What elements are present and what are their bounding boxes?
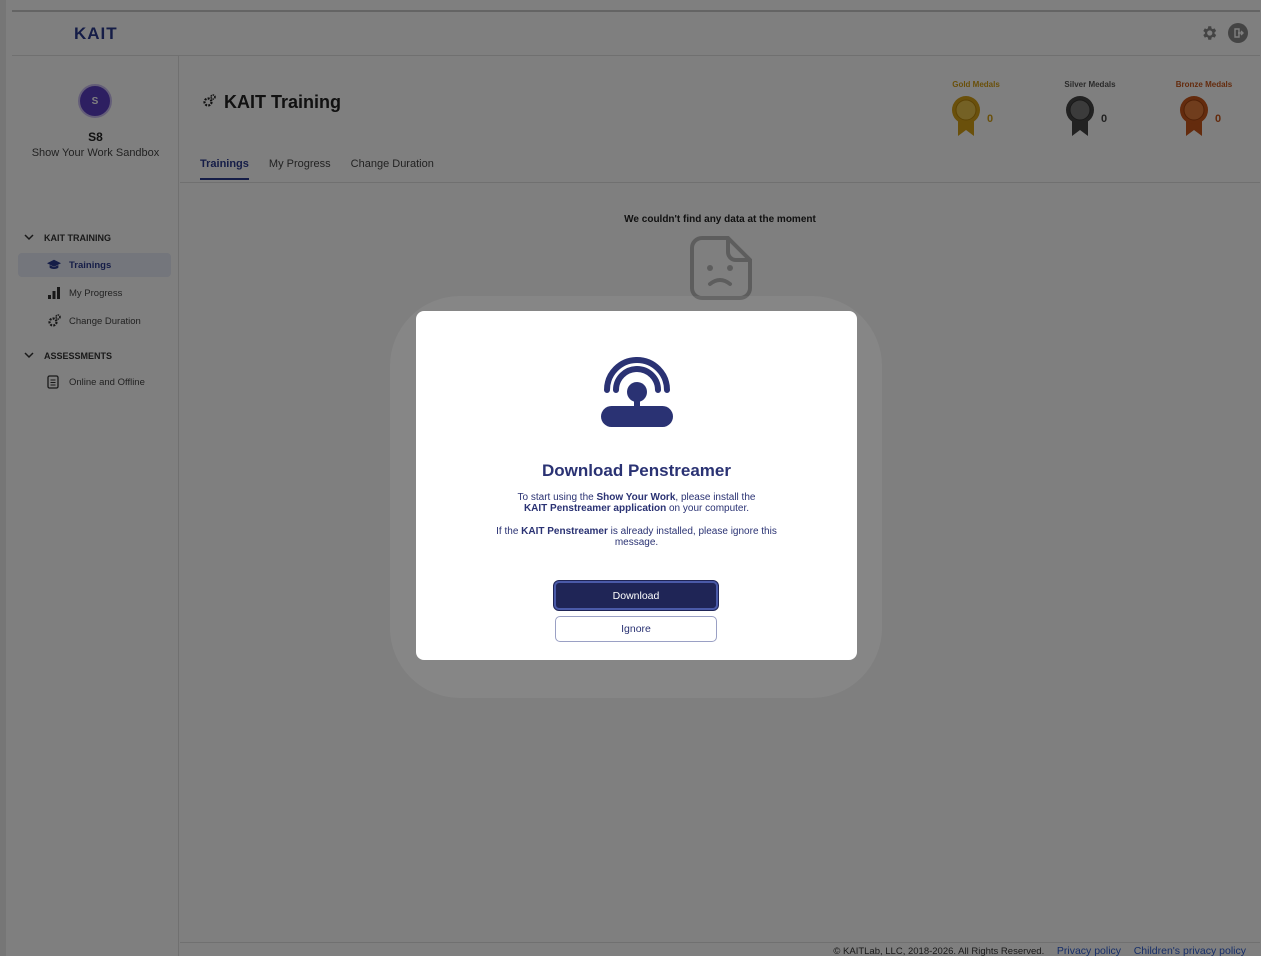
text-fragment-bold: KAIT Penstreamer <box>521 526 608 537</box>
text-fragment: , please install the <box>675 492 756 503</box>
text-fragment: on your computer. <box>666 502 750 514</box>
text-fragment: is already installed, please ignore this… <box>607 526 777 548</box>
download-button[interactable]: Download <box>554 581 718 610</box>
dialog-ignore-message: If the KAIT Penstreamer is already insta… <box>496 526 777 548</box>
text-fragment-bold: Show Your Work <box>596 492 676 503</box>
text-fragment-bold: KAIT Penstreamer application <box>523 502 667 514</box>
text-fragment: If the <box>496 526 522 537</box>
dialog-title: Download Penstreamer <box>542 461 731 480</box>
penstreamer-signal-icon <box>599 347 675 432</box>
dialog-install-message: To start using the Show Your Work, pleas… <box>496 492 777 514</box>
text-fragment: To start using the <box>517 492 597 503</box>
ignore-button[interactable]: Ignore <box>555 616 717 642</box>
download-penstreamer-dialog: Download Penstreamer To start using the … <box>416 311 857 660</box>
